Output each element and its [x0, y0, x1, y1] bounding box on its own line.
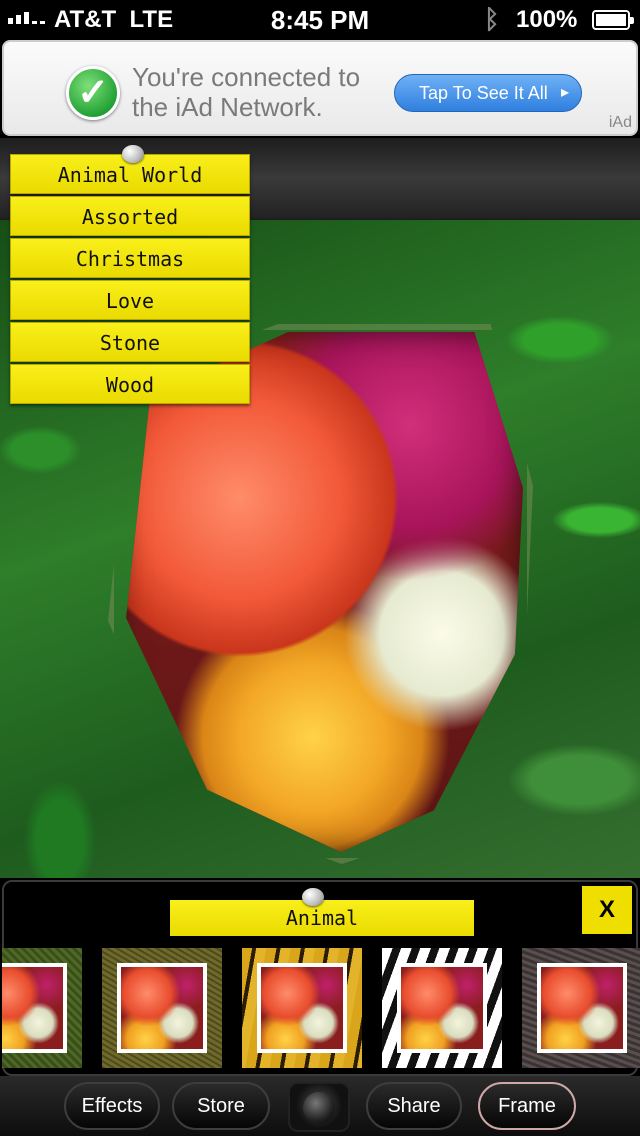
panel-title: Animal	[170, 888, 474, 936]
bluetooth-icon: ᛒ	[484, 4, 500, 34]
share-button[interactable]: Share	[366, 1082, 462, 1130]
iad-banner[interactable]: ✓ You're connected to the iAd Network. T…	[2, 40, 638, 136]
category-label: Wood	[105, 373, 155, 397]
category-label: Christmas	[75, 247, 185, 271]
frame-selector-panel: Animal X	[2, 880, 640, 1076]
pushpin-icon	[122, 145, 144, 163]
frame-thumbnail-moss[interactable]	[2, 948, 82, 1068]
pushpin-icon	[302, 888, 324, 906]
panel-title-label: Animal	[285, 906, 359, 930]
close-button[interactable]: X	[582, 886, 632, 934]
thumbnail-photo	[537, 963, 627, 1053]
category-assorted[interactable]: Assorted	[10, 196, 250, 236]
thumbnail-photo	[257, 963, 347, 1053]
frame-category-list: Animal World Assorted Christmas Love Sto…	[10, 145, 250, 406]
frame-thumbnail-tiger[interactable]	[242, 948, 362, 1068]
frame-thumbnail-zebra[interactable]	[382, 948, 502, 1068]
ad-message: You're connected to the iAd Network.	[132, 62, 361, 122]
status-bar: AT&T LTE 8:45 PM ᛒ 100%	[0, 0, 640, 40]
frame-thumbnail-leather[interactable]	[102, 948, 222, 1068]
frame-thumbnail-fur[interactable]	[522, 948, 640, 1068]
category-stone[interactable]: Stone	[10, 322, 250, 362]
bottom-toolbar: Effects Store Share Frame	[0, 1076, 640, 1136]
category-wood[interactable]: Wood	[10, 364, 250, 404]
effects-button[interactable]: Effects	[64, 1082, 160, 1130]
battery-percent: 100%	[516, 6, 578, 33]
camera-icon	[303, 1092, 335, 1124]
category-label: Assorted	[81, 205, 179, 229]
category-animal-world[interactable]: Animal World	[10, 145, 250, 194]
battery-icon	[592, 10, 634, 30]
frame-thumbnail-strip[interactable]	[2, 948, 640, 1068]
store-button[interactable]: Store	[172, 1082, 270, 1130]
tap-to-see-button[interactable]: Tap To See It All ▸	[394, 74, 582, 112]
tap-to-see-label: Tap To See It All	[419, 83, 548, 103]
category-label: Love	[105, 289, 155, 313]
category-christmas[interactable]: Christmas	[10, 238, 250, 278]
category-label: Animal World	[57, 163, 203, 187]
thumbnail-photo	[117, 963, 207, 1053]
thumbnail-photo	[397, 963, 487, 1053]
category-label: Stone	[99, 331, 161, 355]
category-love[interactable]: Love	[10, 280, 250, 320]
chevron-right-icon: ▸	[560, 84, 569, 101]
checkmark-icon: ✓	[66, 66, 120, 120]
frame-button[interactable]: Frame	[478, 1082, 576, 1130]
camera-button[interactable]	[288, 1082, 350, 1132]
thumbnail-photo	[2, 963, 67, 1053]
iad-brand: iAd	[608, 114, 632, 131]
